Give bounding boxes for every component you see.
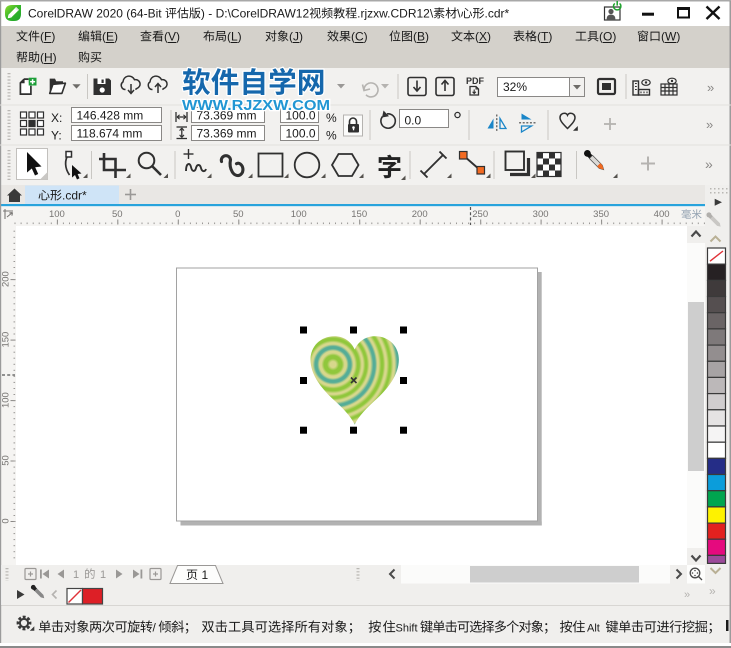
svg-text:.cdr*: .cdr* [485,7,510,21]
svg-text:118.674 mm: 118.674 mm [77,126,143,140]
svg-text:100: 100 [49,209,65,220]
svg-text:0: 0 [175,209,180,220]
svg-text:100: 100 [291,209,307,220]
svg-text:»: » [707,80,714,95]
svg-text:32%: 32% [503,80,527,94]
svg-text:.cdr*: .cdr* [62,189,87,203]
svg-text:1: 1 [100,569,106,581]
svg-text:%: % [326,129,337,143]
svg-text:»: » [706,117,713,132]
svg-text:0: 0 [1,518,12,523]
svg-text:50: 50 [112,209,123,220]
svg-text:PDF: PDF [466,76,485,86]
svg-text:X:: X: [51,111,62,125]
svg-text:400: 400 [654,209,670,220]
svg-text:146.428 mm: 146.428 mm [77,108,144,122]
svg-text:200: 200 [1,271,12,287]
svg-text:Alt: Alt [587,623,600,635]
svg-text:Shift: Shift [396,623,418,635]
svg-text:»: » [709,584,716,598]
svg-text:(C): (C) [351,30,368,44]
svg-text:(H): (H) [40,51,57,65]
svg-text:300: 300 [533,209,549,220]
svg-text:0.0: 0.0 [405,113,422,127]
svg-text:100: 100 [1,392,12,408]
svg-text:(E): (E) [102,30,118,44]
svg-text:200: 200 [412,209,428,220]
svg-text:.rjzxw.CDR12\: .rjzxw.CDR12\ [357,7,434,21]
svg-text:(O): (O) [599,30,616,44]
svg-text:(F): (F) [40,30,55,44]
svg-text:(B): (B) [413,30,429,44]
svg-text:1: 1 [202,568,209,582]
svg-text:(T): (T) [537,30,552,44]
svg-text:73.369 mm: 73.369 mm [197,126,257,140]
svg-text:(W): (W) [661,30,680,44]
svg-text:»: » [684,589,690,601]
svg-text:50: 50 [1,455,12,466]
svg-text:(L): (L) [227,30,242,44]
svg-text:150: 150 [1,332,12,348]
svg-text:WWW.RJZXW.COM: WWW.RJZXW.COM [182,98,330,114]
svg-text:CorelDRAW 2020 (64-Bit: CorelDRAW 2020 (64-Bit [28,7,162,21]
svg-text:50: 50 [233,209,244,220]
svg-text:(J): (J) [289,30,303,44]
svg-text:(V): (V) [164,30,180,44]
svg-text:»: » [705,156,713,172]
svg-text:100.0: 100.0 [286,126,316,140]
svg-text:1: 1 [73,569,79,581]
svg-text:(X): (X) [475,30,491,44]
svg-text:Y:: Y: [51,129,62,143]
svg-text:) - D:\CorelDRAW12: ) - D:\CorelDRAW12 [201,7,310,21]
svg-text:250: 250 [472,209,488,220]
svg-text:150: 150 [351,209,367,220]
svg-text:350: 350 [593,209,609,220]
